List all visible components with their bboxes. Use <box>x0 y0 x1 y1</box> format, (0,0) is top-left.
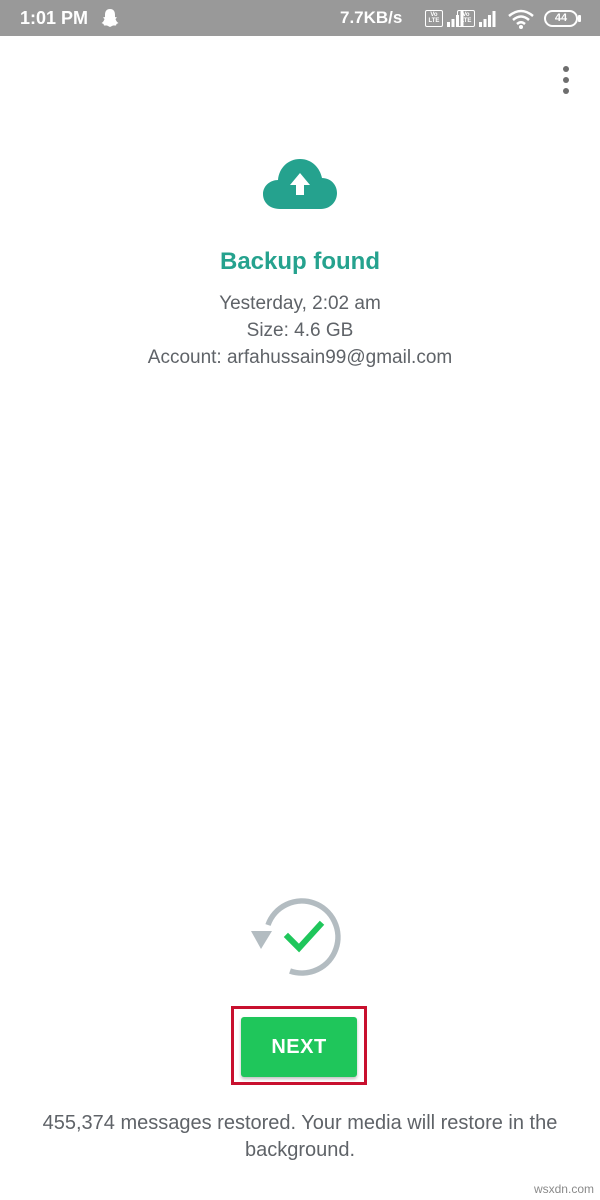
signal-icon <box>479 11 496 27</box>
battery-tip <box>578 15 581 22</box>
volte-icon: Vo LTE <box>457 10 475 27</box>
status-time: 1:01 PM <box>20 8 89 28</box>
backup-account: Account: arfahussain99@gmail.com <box>147 347 453 368</box>
backup-title: Backup found <box>220 248 380 275</box>
snapchat-icon <box>101 9 119 27</box>
more-vertical-icon <box>563 88 569 94</box>
restore-message: 455,374 messages restored. Your media wi… <box>42 1112 558 1161</box>
cloud-upload-icon <box>263 159 337 209</box>
restore-complete-icon <box>251 898 341 976</box>
more-vertical-icon <box>563 66 569 72</box>
wifi-icon <box>508 9 534 29</box>
status-bar: 1:01 PM 7.7KB/s Vo LTE Vo LTE 44 <box>0 0 600 36</box>
volte-icon: Vo LTE <box>425 10 443 27</box>
backup-date: Yesterday, 2:02 am <box>219 293 381 314</box>
more-vertical-icon <box>563 77 569 83</box>
more-options-button[interactable] <box>552 62 580 98</box>
watermark: wsxdn.com <box>533 1182 594 1196</box>
battery-icon: 44 <box>544 10 578 27</box>
next-button[interactable]: NEXT <box>241 1017 357 1077</box>
backup-size: Size: 4.6 GB <box>246 320 354 341</box>
network-speed: 7.7KB/s <box>340 8 403 27</box>
